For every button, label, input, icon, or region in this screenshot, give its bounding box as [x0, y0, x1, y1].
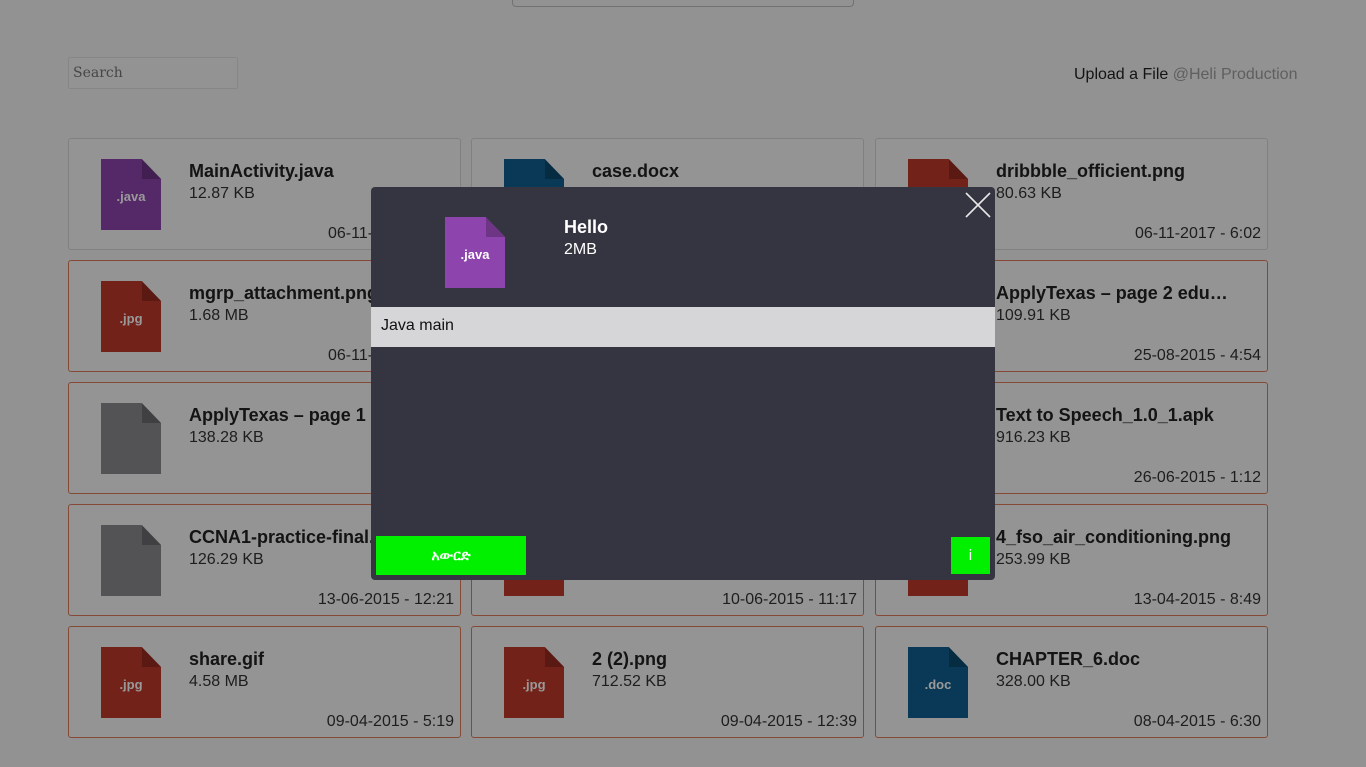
modal-title: Hello [564, 217, 609, 237]
info-button[interactable]: i [951, 537, 990, 574]
file-fold [486, 217, 505, 237]
java-file-icon: .java [445, 217, 505, 288]
modal-file-size: 2MB [564, 241, 597, 258]
modal-description: Java main [371, 307, 995, 347]
close-icon[interactable] [965, 192, 991, 218]
download-button[interactable]: አውርድ [376, 536, 526, 575]
file-details-modal: .java Hello 2MB Java main አውርድ i [371, 187, 995, 580]
file-ext-label: .java [460, 247, 490, 262]
